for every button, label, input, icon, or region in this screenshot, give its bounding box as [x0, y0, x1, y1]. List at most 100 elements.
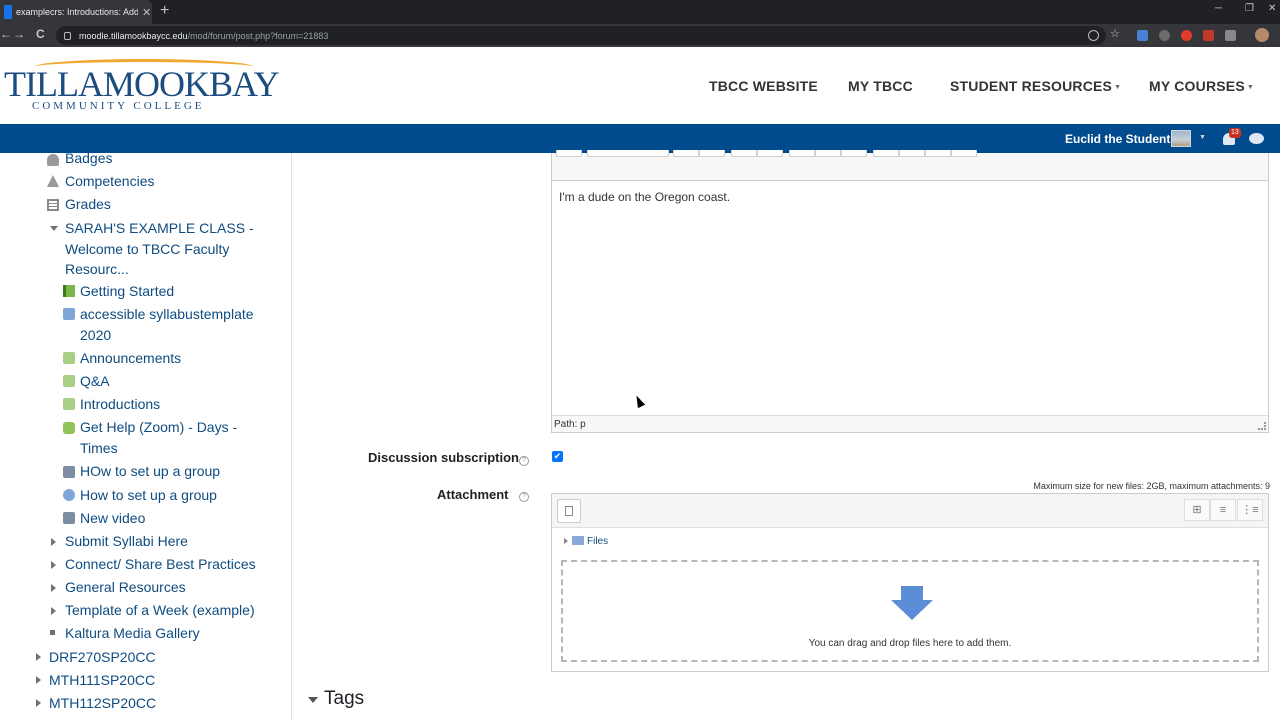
back-icon[interactable]: ←: [0, 27, 12, 41]
add-file-icon: [565, 506, 573, 516]
add-file-button[interactable]: [557, 499, 581, 523]
video-icon: [63, 512, 75, 524]
nav-general-resources[interactable]: General Resources: [65, 577, 186, 598]
files-folder-path[interactable]: Files: [564, 536, 608, 547]
view-icons-button[interactable]: ⊞: [1184, 499, 1210, 521]
toolbar-button[interactable]: [789, 150, 815, 157]
resize-handle[interactable]: [1258, 422, 1266, 430]
logo-main-text: TILLAMOOKBAY: [4, 64, 280, 104]
college-logo[interactable]: TILLAMOOKBAY COMMUNITY COLLEGE: [4, 59, 280, 115]
chevron-down-icon[interactable]: [308, 697, 318, 703]
forward-icon[interactable]: →: [13, 27, 25, 41]
discussion-subscription-checkbox[interactable]: ✔: [552, 451, 563, 462]
nav-tbcc-website[interactable]: TBCC WEBSITE: [709, 78, 818, 94]
toolbar-button[interactable]: [873, 150, 899, 157]
chevron-right-icon[interactable]: [51, 561, 56, 569]
star-icon[interactable]: ☆: [1110, 27, 1121, 40]
toolbar-button[interactable]: [757, 150, 783, 157]
nav-template-of-a-week[interactable]: Template of a Week (example): [65, 600, 255, 621]
toolbar-button[interactable]: [815, 150, 841, 157]
chevron-right-icon[interactable]: [51, 607, 56, 615]
nav-introductions[interactable]: Introductions: [80, 394, 160, 415]
nav-grades[interactable]: Grades: [65, 194, 111, 215]
new-tab-button[interactable]: +: [160, 2, 169, 20]
chevron-right-icon[interactable]: [36, 699, 41, 707]
toolbar-button[interactable]: [699, 150, 725, 157]
restore-icon[interactable]: ❐: [1245, 3, 1254, 14]
chevron-right-icon[interactable]: [36, 676, 41, 684]
chevron-down-icon[interactable]: [50, 226, 58, 231]
grades-table-icon: [47, 199, 59, 211]
chevron-right-icon[interactable]: [36, 653, 41, 661]
document-icon: [63, 308, 75, 320]
messages-icon[interactable]: [1249, 133, 1264, 144]
extension-box-icon[interactable]: [1203, 30, 1214, 41]
nav-how-to-set-up-group-1[interactable]: HOw to set up a group: [80, 461, 220, 482]
nav-submit-syllabi[interactable]: Submit Syllabi Here: [65, 531, 188, 552]
nav-my-courses[interactable]: MY COURSES ▼: [1149, 78, 1254, 94]
toolbar-button[interactable]: [951, 150, 977, 157]
nav-course-drf270[interactable]: DRF270SP20CC: [49, 647, 156, 668]
toolbar-button[interactable]: [587, 150, 669, 157]
message-text[interactable]: I'm a dude on the Oregon coast.: [559, 190, 730, 204]
nav-course-mth111[interactable]: MTH111SP20CC: [49, 670, 155, 691]
extension-red-icon[interactable]: [1181, 30, 1192, 41]
profile-avatar[interactable]: [1255, 28, 1269, 42]
book-icon: [63, 285, 75, 297]
video-icon: [63, 466, 75, 478]
folder-icon: [572, 536, 584, 545]
address-bar[interactable]: moodle.tillamookbaycc.edu /mod/forum/pos…: [56, 26, 1106, 45]
browser-tab[interactable]: examplecrs: Introductions: Add a ✕: [0, 0, 152, 24]
nav-getting-started[interactable]: Getting Started: [80, 281, 174, 302]
toolbar-button[interactable]: [899, 150, 925, 157]
chevron-right-icon[interactable]: [51, 538, 56, 546]
toolbar-button[interactable]: [673, 150, 699, 157]
extension-translate-icon[interactable]: [1137, 30, 1148, 41]
bullet-icon: [50, 630, 55, 635]
nav-accessible-syllabus[interactable]: accessible syllabustemplate 2020: [80, 304, 270, 345]
download-arrow-icon: [891, 586, 933, 620]
chevron-right-icon: [564, 538, 568, 544]
tab-title: examplecrs: Introductions: Add a: [16, 7, 138, 17]
nav-connect-share[interactable]: Connect/ Share Best Practices: [65, 554, 256, 575]
puzzle-icon: [63, 422, 75, 434]
nav-how-to-set-up-group-2[interactable]: How to set up a group: [80, 485, 217, 506]
extension-w-icon[interactable]: [1159, 30, 1170, 41]
tags-section-heading[interactable]: Tags: [324, 688, 364, 710]
window-close-icon[interactable]: ✕: [1268, 3, 1276, 14]
help-icon[interactable]: ?: [519, 492, 529, 502]
nav-announcements[interactable]: Announcements: [80, 348, 181, 369]
chevron-right-icon[interactable]: [51, 584, 56, 592]
nav-competencies[interactable]: Competencies: [65, 171, 155, 192]
file-drop-zone[interactable]: You can drag and drop files here to add …: [561, 560, 1259, 662]
nav-get-help-zoom[interactable]: Get Help (Zoom) - Days - Times: [80, 417, 270, 458]
help-icon[interactable]: ?: [519, 456, 529, 466]
nav-my-tbcc[interactable]: MY TBCC: [848, 78, 913, 94]
user-menu-name[interactable]: Euclid the Student: [1065, 132, 1170, 146]
chevron-down-icon[interactable]: ▼: [1199, 134, 1206, 141]
nav-course-sarahs-example-class[interactable]: SARAH'S EXAMPLE CLASS - Welcome to TBCC …: [65, 218, 255, 280]
toolbar-button[interactable]: [731, 150, 757, 157]
view-details-button[interactable]: ≡: [1210, 499, 1236, 521]
chevron-down-icon: ▼: [1114, 83, 1122, 91]
filemanager-toolbar: ⊞ ≡ ⋮≡: [552, 494, 1268, 528]
toolbar-button[interactable]: [841, 150, 867, 157]
nav-qa[interactable]: Q&A: [80, 371, 110, 392]
tab-close-icon[interactable]: ✕: [142, 6, 151, 19]
reload-icon[interactable]: C: [36, 27, 45, 41]
minimize-icon[interactable]: ─: [1215, 3, 1222, 14]
forum-icon: [63, 398, 75, 410]
nav-badges[interactable]: Badges: [65, 153, 112, 169]
nav-kaltura-media-gallery[interactable]: Kaltura Media Gallery: [65, 623, 200, 644]
nav-new-video[interactable]: New video: [80, 508, 145, 529]
nav-student-resources[interactable]: STUDENT RESOURCES ▼: [950, 78, 1121, 94]
toolbar-button[interactable]: [556, 150, 582, 157]
zoom-icon[interactable]: [1088, 30, 1099, 41]
toolbar-button[interactable]: [925, 150, 951, 157]
nav-course-mth112[interactable]: MTH112SP20CC: [49, 693, 156, 714]
extension-gray-icon[interactable]: [1225, 30, 1236, 41]
attachment-label: Attachment: [437, 487, 509, 502]
view-tree-button[interactable]: ⋮≡: [1237, 499, 1263, 521]
message-editor[interactable]: I'm a dude on the Oregon coast. Path: p: [551, 150, 1269, 433]
user-avatar[interactable]: [1171, 130, 1191, 147]
